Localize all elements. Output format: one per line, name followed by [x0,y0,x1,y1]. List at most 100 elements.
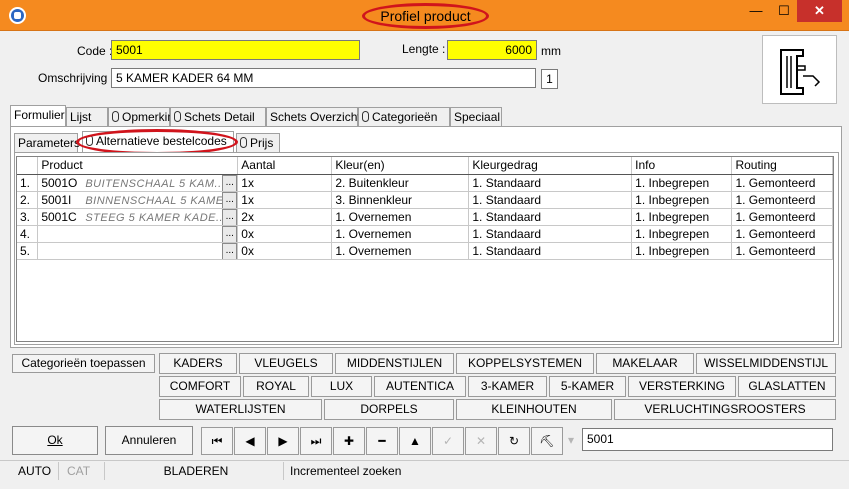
grid-header-row: Product Aantal Kleur(en) Kleurgedrag Inf… [17,157,833,175]
aantal-cell[interactable]: 1x [237,174,333,192]
ok-button[interactable]: Ok [12,426,98,455]
routing-cell[interactable]: 1. Gemonteerd [731,191,833,209]
column-header-routing[interactable]: Routing [731,157,833,175]
minimize-icon[interactable]: — [743,0,769,22]
search-dropdown[interactable]: ▾ [564,427,578,455]
previous-record-button[interactable]: ◀ [234,427,266,455]
category-kleinhouten-button[interactable]: KLEINHOUTEN [456,399,612,420]
category-koppelsystemen-button[interactable]: KOPPELSYSTEMEN [456,353,594,374]
refresh-button[interactable]: ↻ [498,427,530,455]
row-number: 4. [17,225,39,243]
table-row[interactable]: 2. 5001I BINNENSCHAAL 5 KAME...... 1x 3. … [17,191,833,209]
product-cell[interactable]: ... [37,225,239,243]
kleur-cell[interactable]: 1. Overnemen [331,225,470,243]
kleur-cell[interactable]: 2. Buitenkleur [331,174,470,192]
kleurgedrag-cell[interactable]: 1. Standaard [468,242,633,260]
aantal-cell[interactable]: 2x [237,208,333,226]
edit-record-button[interactable]: ▲ [399,427,431,455]
search-input[interactable]: 5001 [582,428,833,451]
tab-speciaal[interactable]: Speciaal [450,107,502,127]
kleurgedrag-cell[interactable]: 1. Standaard [468,208,633,226]
tab-parameters[interactable]: Parameters [14,133,80,153]
product-cell[interactable]: ... [37,242,239,260]
info-cell[interactable]: 1. Inbegrepen [631,174,733,192]
close-icon[interactable]: ✕ [797,0,842,22]
column-header-aantal[interactable]: Aantal [237,157,333,175]
aantal-cell[interactable]: 0x [237,242,333,260]
tab-opmerking[interactable]: Opmerking [108,107,181,127]
window-title: Profiel product [362,3,489,29]
description-field[interactable]: 5 KAMER KADER 64 MM [111,68,536,88]
category-wisselmiddenstijl-button[interactable]: WISSELMIDDENSTIJL [696,353,836,374]
table-row[interactable]: 3. 5001C STEEG 5 KAMER KADE...... 2x 1. O… [17,208,833,226]
length-field[interactable]: 6000 [447,40,537,60]
category-5-kamer-button[interactable]: 5-KAMER [549,376,626,397]
tab-schets-detail[interactable]: Schets Detail [170,107,266,127]
category-lux-button[interactable]: LUX [311,376,372,397]
lookup-button[interactable]: ... [222,174,237,190]
info-cell[interactable]: 1. Inbegrepen [631,191,733,209]
refresh-icon: ↻ [508,434,520,448]
binoculars-icon: ⛏ [539,434,555,448]
routing-cell[interactable]: 1. Gemonteerd [731,174,833,192]
aantal-cell[interactable]: 1x [237,191,333,209]
add-record-button[interactable]: ✚ [333,427,365,455]
table-row[interactable]: 1. 5001O BUITENSCHAAL 5 KAM...... 1x 2. B… [17,174,833,192]
tab-schets-overzicht[interactable]: Schets Overzicht [266,107,361,127]
app-icon[interactable] [9,7,26,24]
column-header-kleurgedrag[interactable]: Kleurgedrag [468,157,633,175]
category-makelaar-button[interactable]: MAKELAAR [596,353,694,374]
category-3-kamer-button[interactable]: 3-KAMER [468,376,547,397]
search-button[interactable]: ⛏ [531,427,563,455]
category-middenstijlen-button[interactable]: MIDDENSTIJLEN [335,353,454,374]
column-header-kleuren[interactable]: Kleur(en) [331,157,470,175]
lookup-button[interactable]: ... [222,208,237,224]
category-autentica-button[interactable]: AUTENTICA [374,376,466,397]
code-field[interactable]: 5001 [111,40,360,60]
info-cell[interactable]: 1. Inbegrepen [631,208,733,226]
cancel-edit-button: ✕ [465,427,497,455]
delete-record-button[interactable]: ━ [366,427,398,455]
maximize-icon[interactable]: ☐ [771,0,797,22]
product-cell[interactable]: 5001C STEEG 5 KAMER KADE...... [37,208,239,226]
routing-cell[interactable]: 1. Gemonteerd [731,242,833,260]
category-waterlijsten-button[interactable]: WATERLIJSTEN [159,399,322,420]
info-cell[interactable]: 1. Inbegrepen [631,225,733,243]
column-header-info[interactable]: Info [631,157,733,175]
table-row[interactable]: 5. ... 0x 1. Overnemen 1. Standaard 1. I… [17,242,833,260]
tab-categorieen[interactable]: Categorieën [358,107,450,127]
tab-lijst[interactable]: Lijst [66,107,108,127]
kleurgedrag-cell[interactable]: 1. Standaard [468,225,633,243]
aantal-cell[interactable]: 0x [237,225,333,243]
category-royal-button[interactable]: ROYAL [243,376,309,397]
product-cell[interactable]: 5001I BINNENSCHAAL 5 KAME...... [37,191,239,209]
tab-prijs[interactable]: Prijs [236,133,280,153]
lookup-button[interactable]: ... [222,191,237,207]
category-kaders-button[interactable]: KADERS [159,353,237,374]
column-header-product[interactable]: Product [37,157,239,175]
kleurgedrag-cell[interactable]: 1. Standaard [468,191,633,209]
kleur-cell[interactable]: 3. Binnenkleur [331,191,470,209]
routing-cell[interactable]: 1. Gemonteerd [731,208,833,226]
last-record-button[interactable]: ⏭ [300,427,332,455]
category-comfort-button[interactable]: COMFORT [159,376,241,397]
category-dorpels-button[interactable]: DORPELS [324,399,454,420]
product-cell[interactable]: 5001O BUITENSCHAAL 5 KAM...... [37,174,239,192]
table-row[interactable]: 4. ... 0x 1. Overnemen 1. Standaard 1. I… [17,225,833,243]
apply-categories-button[interactable]: Categorieën toepassen [12,354,155,373]
tab-formulier[interactable]: Formulier [10,105,66,127]
category-verluchtingsroosters-button[interactable]: VERLUCHTINGSROOSTERS [614,399,836,420]
cancel-button[interactable]: Annuleren [105,426,193,455]
routing-cell[interactable]: 1. Gemonteerd [731,225,833,243]
kleur-cell[interactable]: 1. Overnemen [331,208,470,226]
kleur-cell[interactable]: 1. Overnemen [331,242,470,260]
lookup-button[interactable]: ... [222,242,237,258]
category-glaslatten-button[interactable]: GLASLATTEN [738,376,836,397]
first-record-button[interactable]: ⏮ [201,427,233,455]
lookup-button[interactable]: ... [222,225,237,241]
kleurgedrag-cell[interactable]: 1. Standaard [468,174,633,192]
category-versterking-button[interactable]: VERSTERKING [628,376,736,397]
info-cell[interactable]: 1. Inbegrepen [631,242,733,260]
category-vleugels-button[interactable]: VLEUGELS [239,353,333,374]
next-record-button[interactable]: ▶ [267,427,299,455]
